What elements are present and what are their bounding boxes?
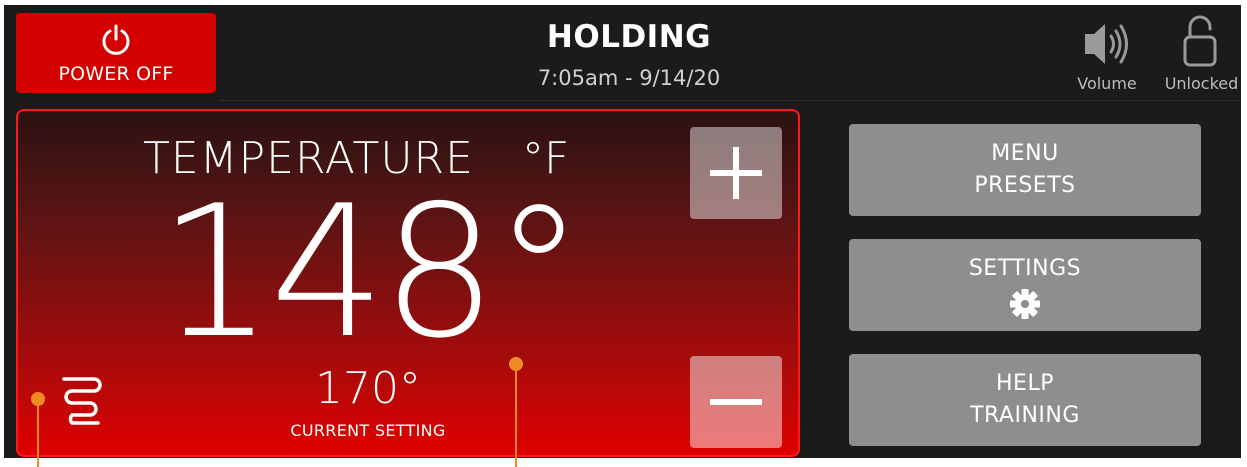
minus-icon xyxy=(710,399,762,405)
lock-status-label: Unlocked xyxy=(1164,74,1239,93)
callout-dot-temperature xyxy=(509,357,523,371)
device-screen: POWER OFF HOLDING 7:05am - 9/14/20 Volum… xyxy=(4,5,1241,458)
power-off-label: POWER OFF xyxy=(58,63,174,85)
header-divider xyxy=(219,100,1239,101)
plus-icon xyxy=(710,147,762,199)
power-off-button[interactable]: POWER OFF xyxy=(16,13,216,93)
increase-temperature-button[interactable] xyxy=(690,127,782,219)
menu-presets-line1: MENU xyxy=(991,141,1059,166)
callout-line-heater xyxy=(37,399,39,467)
settings-button[interactable]: SETTINGS xyxy=(849,239,1201,331)
status-time: 7:05am - 9/14/20 xyxy=(537,66,721,90)
heating-element-icon xyxy=(62,377,102,425)
volume-label: Volume xyxy=(1077,74,1137,93)
menu-presets-line2: PRESETS xyxy=(974,173,1076,198)
help-training-button[interactable]: HELP TRAINING xyxy=(849,354,1201,446)
gear-icon xyxy=(1010,289,1040,319)
volume-icon[interactable] xyxy=(1081,21,1131,67)
help-training-line1: HELP xyxy=(996,371,1054,396)
callout-dot-heater xyxy=(31,392,45,406)
callout-line-temperature xyxy=(515,364,517,467)
menu-presets-button[interactable]: MENU PRESETS xyxy=(849,124,1201,216)
status-title: HOLDING xyxy=(546,19,712,55)
temperature-panel: TEMPERATURE °F 148° 170° CURRENT SETTING xyxy=(16,109,800,457)
set-temperature: 170° xyxy=(315,363,421,414)
help-training-line2: TRAINING xyxy=(970,403,1080,428)
decrease-temperature-button[interactable] xyxy=(690,356,782,448)
current-temperature: 148° xyxy=(158,166,584,378)
set-temperature-label: CURRENT SETTING xyxy=(290,421,446,440)
unlocked-icon[interactable] xyxy=(1182,15,1218,67)
power-icon xyxy=(102,24,130,55)
settings-label: SETTINGS xyxy=(968,256,1082,281)
